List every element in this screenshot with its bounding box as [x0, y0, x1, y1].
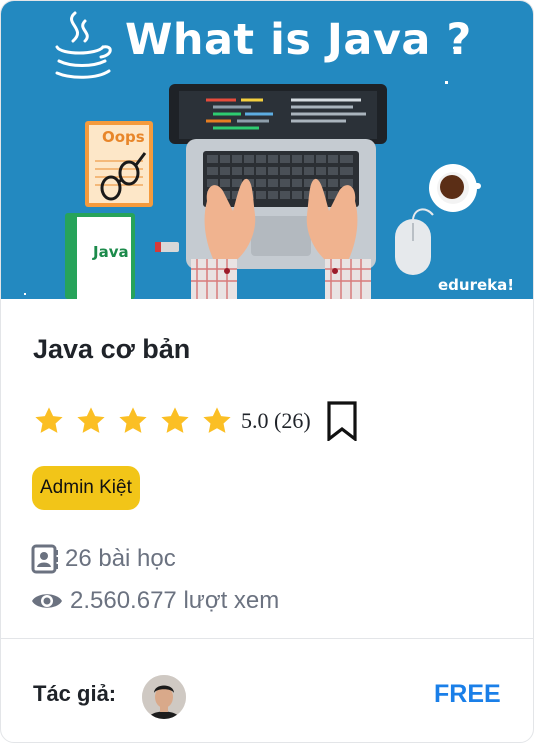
- trackpad: [251, 216, 311, 256]
- star-icon: [33, 405, 65, 437]
- rating-text: 5.0 (26): [241, 408, 311, 433]
- views-count: 2.560.677 lượt xem: [31, 587, 279, 615]
- eye-icon: [31, 590, 63, 612]
- author-badge[interactable]: Admin Kiệt: [32, 466, 140, 510]
- bookmark-icon[interactable]: [325, 401, 359, 441]
- contact-book-icon: [31, 544, 59, 574]
- author-label: Tác giả:: [33, 681, 117, 706]
- book-oops-label: Oops: [102, 128, 145, 146]
- java-logo-icon: [55, 11, 112, 79]
- rating-row: 5.0 (26): [33, 401, 359, 441]
- star-icon: [117, 405, 149, 437]
- views-text: 2.560.677 lượt xem: [70, 587, 280, 614]
- book-java-label: Java: [93, 243, 129, 261]
- star-icon: [159, 405, 191, 437]
- star-icon: [75, 405, 107, 437]
- course-title[interactable]: Java cơ bản: [33, 334, 190, 365]
- course-card[interactable]: What is Java ? Oops Java edureka! Java c…: [0, 0, 534, 743]
- course-thumbnail[interactable]: What is Java ? Oops Java edureka!: [1, 1, 533, 299]
- mouse-icon: [395, 208, 434, 275]
- edureka-watermark: edureka!: [438, 276, 515, 294]
- lessons-count: 26 bài học: [31, 544, 176, 574]
- usb-stick-icon: [155, 242, 179, 252]
- rating-stars: [33, 405, 243, 437]
- lessons-text: 26 bài học: [65, 545, 176, 572]
- banner-title: What is Java ?: [125, 15, 472, 65]
- star-icon: [201, 405, 233, 437]
- price-label: FREE: [434, 680, 501, 708]
- card-divider: [1, 638, 533, 639]
- author-avatar[interactable]: [142, 675, 186, 719]
- coffee-cup-icon: [429, 164, 481, 212]
